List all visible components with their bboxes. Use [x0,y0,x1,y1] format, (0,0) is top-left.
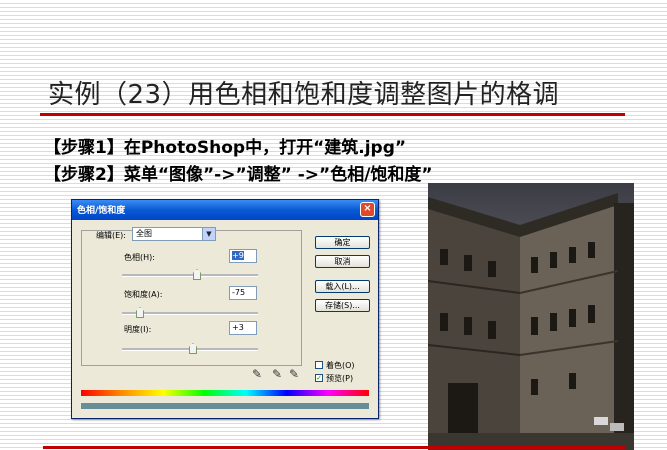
edit-select-value: 全图 [136,229,152,238]
preview-label: 预览(P) [326,374,354,383]
lightness-label: 明度(I): [124,325,152,334]
saturation-label: 饱和度(A): [124,290,163,299]
hue-field[interactable]: +9 [229,249,257,263]
dialog-title: 色相/饱和度 [77,206,126,216]
building-illustration [428,183,634,450]
adjusted-spectrum-bar [81,403,369,409]
eyedropper-icon[interactable]: ✎ [252,367,262,381]
colorize-label: 着色(O) [326,361,355,370]
close-button[interactable]: × [360,202,375,217]
title-underline [40,113,625,116]
hue-slider-track[interactable] [122,274,258,277]
step-1-text: 【步骤1】在PhotoShop中，打开“建筑.jpg” [44,138,407,158]
lightness-value: +3 [232,323,244,332]
lightness-field[interactable]: +3 [229,321,257,335]
saturation-value: -75 [232,288,246,297]
eyedropper-minus-icon[interactable]: ✎ [289,367,299,381]
building-photo [428,183,634,450]
cancel-button[interactable]: 取消 [315,255,370,268]
hue-value: +9 [232,251,244,260]
colorize-checkbox[interactable] [315,361,323,369]
eyedropper-plus-icon[interactable]: ✎ [272,367,282,381]
hue-saturation-dialog: 色相/饱和度 × 编辑(E): 全图 ▼ 色相(H): +9 饱和度(A): -… [71,199,379,419]
slide-title: 实例（23）用色相和饱和度调整图片的格调 [48,80,560,110]
load-button[interactable]: 载入(L)... [315,280,370,293]
ok-button[interactable]: 确定 [315,236,370,249]
step-2-text: 【步骤2】菜单“图像”->”调整” ->”色相/饱和度” [44,165,433,185]
hue-label: 色相(H): [124,253,155,262]
saturation-field[interactable]: -75 [229,286,257,300]
dialog-titlebar: 色相/饱和度 × [72,200,378,220]
preview-checkbox[interactable]: ✓ [315,374,323,382]
bottom-rule [43,446,625,449]
chevron-down-icon[interactable]: ▼ [202,228,215,240]
edit-select[interactable]: 全图 ▼ [132,227,216,241]
color-spectrum-bar [81,390,369,396]
save-button[interactable]: 存储(S)... [315,299,370,312]
edit-label: 编辑(E): [96,231,126,240]
